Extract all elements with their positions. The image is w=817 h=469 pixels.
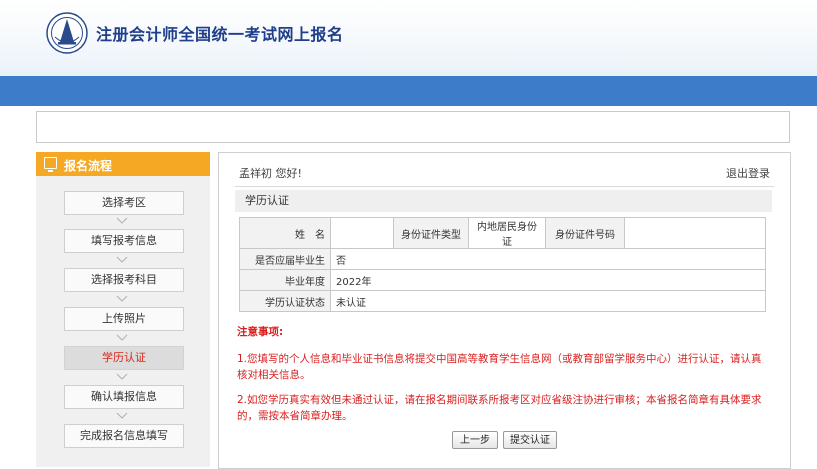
step-education-verification[interactable]: 学历认证 [64,346,184,370]
previous-step-button[interactable]: 上一步 [452,431,498,449]
greeting: 孟祥初 您好! [239,167,302,180]
logout-link[interactable]: 退出登录 [726,165,770,181]
cicpa-logo-icon [46,12,88,54]
nav-bar [0,76,817,106]
current-graduate-label: 是否应届毕业生 [239,248,331,270]
chevron-down-icon [116,295,128,302]
id-type-label: 身份证件类型 [393,217,469,249]
submit-verification-button[interactable]: 提交认证 [503,431,557,449]
notice-box [36,111,790,143]
divider [235,186,774,187]
step-upload-photo[interactable]: 上传照片 [64,307,184,331]
notice-section: 注意事项: 1.您填写的个人信息和毕业证书信息将提交中国高等教育学生信息网（或教… [237,324,772,433]
chevron-down-icon [116,412,128,419]
chevron-down-icon [116,217,128,224]
notice-item: 2.如您学历真实有效但未通过认证，请在报名期间联系所报考区对应省级注协进行审核；… [237,394,762,422]
id-number-label: 身份证件号码 [545,217,625,249]
main-panel: 孟祥初 您好! 退出登录 学历认证 姓 名 身份证件类型 内地居民身份证 身份证… [218,152,791,469]
sidebar-header: 报名流程 [36,152,210,176]
graduation-year-value: 2022年 [330,269,766,291]
step-fill-info[interactable]: 填写报考信息 [64,229,184,253]
step-select-region[interactable]: 选择考区 [64,191,184,215]
chevron-down-icon [116,373,128,380]
section-title: 学历认证 [235,190,772,212]
step-complete[interactable]: 完成报名信息填写 [64,424,184,448]
verification-status-label: 学历认证状态 [239,290,331,312]
verification-status-value: 未认证 [330,290,766,312]
id-type-value: 内地居民身份证 [468,217,546,249]
graduation-year-label: 毕业年度 [239,269,331,291]
current-graduate-value: 否 [330,248,766,270]
monitor-icon [44,157,57,172]
applicant-info-table: 姓 名 身份证件类型 内地居民身份证 身份证件号码 是否应届毕业生 否 毕业年度… [239,217,766,312]
id-number-value [624,217,766,249]
name-value [330,217,394,249]
sidebar: 报名流程 选择考区 填写报考信息 选择报考科目 上传照片 学历认证 确认填报信息… [36,152,210,467]
step-select-subjects[interactable]: 选择报考科目 [64,268,184,292]
name-label: 姓 名 [239,217,331,249]
sidebar-title: 报名流程 [64,159,113,173]
chevron-down-icon [116,256,128,263]
notice-item: 1.您填写的个人信息和毕业证书信息将提交中国高等教育学生信息网（或教育部留学服务… [237,353,762,381]
notice-title: 注意事项: [237,326,284,338]
chevron-down-icon [116,334,128,341]
step-confirm-info[interactable]: 确认填报信息 [64,385,184,409]
header: 注册会计师全国统一考试网上报名 [0,0,817,76]
site-title: 注册会计师全国统一考试网上报名 [96,25,344,44]
